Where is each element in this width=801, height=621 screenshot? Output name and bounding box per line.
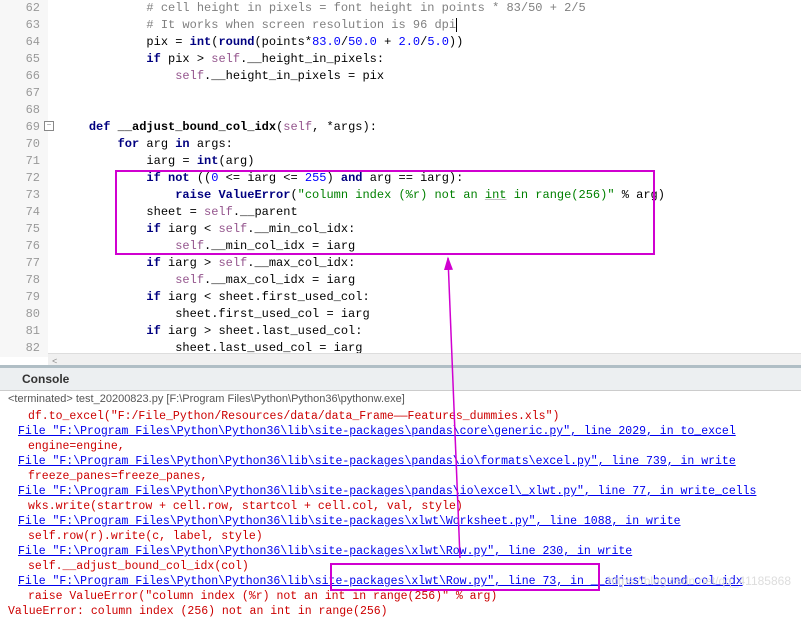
line-number: 69− xyxy=(0,119,48,136)
code-content[interactable]: self.__height_in_pixels = pix xyxy=(48,68,801,85)
code-line[interactable]: 79 if iarg < sheet.first_used_col: xyxy=(0,289,801,306)
line-number: 73 xyxy=(0,187,48,204)
traceback-file-link[interactable]: File "F:\Program Files\Python\Python36\l… xyxy=(18,425,736,438)
code-line[interactable]: 62 # cell height in pixels = font height… xyxy=(0,0,801,17)
code-line[interactable]: 77 if iarg > self.__max_col_idx: xyxy=(0,255,801,272)
code-content[interactable]: if pix > self.__height_in_pixels: xyxy=(48,51,801,68)
traceback-file-link[interactable]: File "F:\Program Files\Python\Python36\l… xyxy=(18,515,681,528)
console-panel-label: Console xyxy=(22,372,69,386)
code-line[interactable]: 78 self.__max_col_idx = iarg xyxy=(0,272,801,289)
traceback-code[interactable]: raise ValueError("column index (%r) not … xyxy=(0,589,801,604)
code-line[interactable]: 67 xyxy=(0,85,801,102)
line-number: 68 xyxy=(0,102,48,119)
code-line[interactable]: 69− def __adjust_bound_col_idx(self, *ar… xyxy=(0,119,801,136)
line-number: 71 xyxy=(0,153,48,170)
line-number: 78 xyxy=(0,272,48,289)
console-line[interactable]: File "F:\Program Files\Python\Python36\l… xyxy=(0,514,801,529)
line-number: 65 xyxy=(0,51,48,68)
line-number: 77 xyxy=(0,255,48,272)
traceback-file-link[interactable]: File "F:\Program Files\Python\Python36\l… xyxy=(18,455,736,468)
code-content[interactable]: if iarg > sheet.last_used_col: xyxy=(48,323,801,340)
line-number: 82 xyxy=(0,340,48,357)
code-line[interactable]: 75 if iarg < self.__min_col_idx: xyxy=(0,221,801,238)
code-content[interactable]: self.__max_col_idx = iarg xyxy=(48,272,801,289)
code-line[interactable]: 68 xyxy=(0,102,801,119)
traceback-error[interactable]: ValueError: column index (256) not an in… xyxy=(0,604,801,619)
line-number: 63 xyxy=(0,17,48,34)
code-content[interactable]: if iarg < self.__min_col_idx: xyxy=(48,221,801,238)
code-content[interactable]: if iarg < sheet.first_used_col: xyxy=(48,289,801,306)
code-editor[interactable]: 62 # cell height in pixels = font height… xyxy=(0,0,801,365)
line-number: 62 xyxy=(0,0,48,17)
line-number: 70 xyxy=(0,136,48,153)
code-content[interactable]: def __adjust_bound_col_idx(self, *args): xyxy=(48,119,801,136)
code-content[interactable]: if not ((0 <= iarg <= 255) and arg == ia… xyxy=(48,170,801,187)
text-cursor xyxy=(456,18,457,32)
scroll-left-icon[interactable]: < xyxy=(48,357,57,365)
code-line[interactable]: 76 self.__min_col_idx = iarg xyxy=(0,238,801,255)
code-content[interactable]: raise ValueError("column index (%r) not … xyxy=(48,187,801,204)
code-line[interactable]: 81 if iarg > sheet.last_used_col: xyxy=(0,323,801,340)
traceback-code[interactable]: df.to_excel("F:/File_Python/Resources/da… xyxy=(0,409,801,424)
traceback-code[interactable]: engine=engine, xyxy=(0,439,801,454)
traceback-code[interactable]: self.__adjust_bound_col_idx(col) xyxy=(0,559,801,574)
console-line[interactable]: File "F:\Program Files\Python\Python36\l… xyxy=(0,424,801,439)
console-line[interactable]: File "F:\Program Files\Python\Python36\l… xyxy=(0,484,801,499)
console-output[interactable]: df.to_excel("F:/File_Python/Resources/da… xyxy=(0,407,801,621)
line-number: 74 xyxy=(0,204,48,221)
code-line[interactable]: 63 # It works when screen resolution is … xyxy=(0,17,801,34)
code-line[interactable]: 74 sheet = self.__parent xyxy=(0,204,801,221)
code-content[interactable]: iarg = int(arg) xyxy=(48,153,801,170)
line-number: 80 xyxy=(0,306,48,323)
traceback-file-link[interactable]: File "F:\Program Files\Python\Python36\l… xyxy=(18,575,743,588)
code-content[interactable] xyxy=(48,102,801,119)
code-content[interactable]: sheet.first_used_col = iarg xyxy=(48,306,801,323)
fold-marker-icon[interactable]: − xyxy=(44,121,54,131)
traceback-code[interactable]: wks.write(startrow + cell.row, startcol … xyxy=(0,499,801,514)
traceback-file-link[interactable]: File "F:\Program Files\Python\Python36\l… xyxy=(18,545,632,558)
line-number: 76 xyxy=(0,238,48,255)
code-line[interactable]: 72 if not ((0 <= iarg <= 255) and arg ==… xyxy=(0,170,801,187)
console-run-title: <terminated> test_20200823.py [F:\Progra… xyxy=(0,391,801,407)
traceback-code[interactable]: self.row(r).write(c, label, style) xyxy=(0,529,801,544)
line-number: 72 xyxy=(0,170,48,187)
console-line[interactable]: File "F:\Program Files\Python\Python36\l… xyxy=(0,544,801,559)
code-line[interactable]: 65 if pix > self.__height_in_pixels: xyxy=(0,51,801,68)
console-line[interactable]: File "F:\Program Files\Python\Python36\l… xyxy=(0,574,801,589)
console-line[interactable]: File "F:\Program Files\Python\Python36\l… xyxy=(0,454,801,469)
line-number: 79 xyxy=(0,289,48,306)
line-number: 75 xyxy=(0,221,48,238)
line-number: 64 xyxy=(0,34,48,51)
code-line[interactable]: 80 sheet.first_used_col = iarg xyxy=(0,306,801,323)
console-panel-header[interactable]: Console xyxy=(0,365,801,391)
code-content[interactable]: # It works when screen resolution is 96 … xyxy=(48,17,801,34)
console-icon xyxy=(8,372,18,382)
line-number: 66 xyxy=(0,68,48,85)
traceback-code[interactable]: freeze_panes=freeze_panes, xyxy=(0,469,801,484)
code-line[interactable]: 64 pix = int(round(points*83.0/50.0 + 2.… xyxy=(0,34,801,51)
code-line[interactable]: 66 self.__height_in_pixels = pix xyxy=(0,68,801,85)
code-content[interactable]: for arg in args: xyxy=(48,136,801,153)
code-line[interactable]: 73 raise ValueError("column index (%r) n… xyxy=(0,187,801,204)
editor-horizontal-scrollbar[interactable]: < xyxy=(48,353,801,365)
traceback-file-link[interactable]: File "F:\Program Files\Python\Python36\l… xyxy=(18,485,756,498)
code-line[interactable]: 71 iarg = int(arg) xyxy=(0,153,801,170)
code-content[interactable]: pix = int(round(points*83.0/50.0 + 2.0/5… xyxy=(48,34,801,51)
line-number: 81 xyxy=(0,323,48,340)
code-content[interactable]: # cell height in pixels = font height in… xyxy=(48,0,801,17)
code-content[interactable]: sheet = self.__parent xyxy=(48,204,801,221)
code-content[interactable]: self.__min_col_idx = iarg xyxy=(48,238,801,255)
code-content[interactable] xyxy=(48,85,801,102)
code-content[interactable]: if iarg > self.__max_col_idx: xyxy=(48,255,801,272)
code-line[interactable]: 70 for arg in args: xyxy=(0,136,801,153)
line-number: 67 xyxy=(0,85,48,102)
